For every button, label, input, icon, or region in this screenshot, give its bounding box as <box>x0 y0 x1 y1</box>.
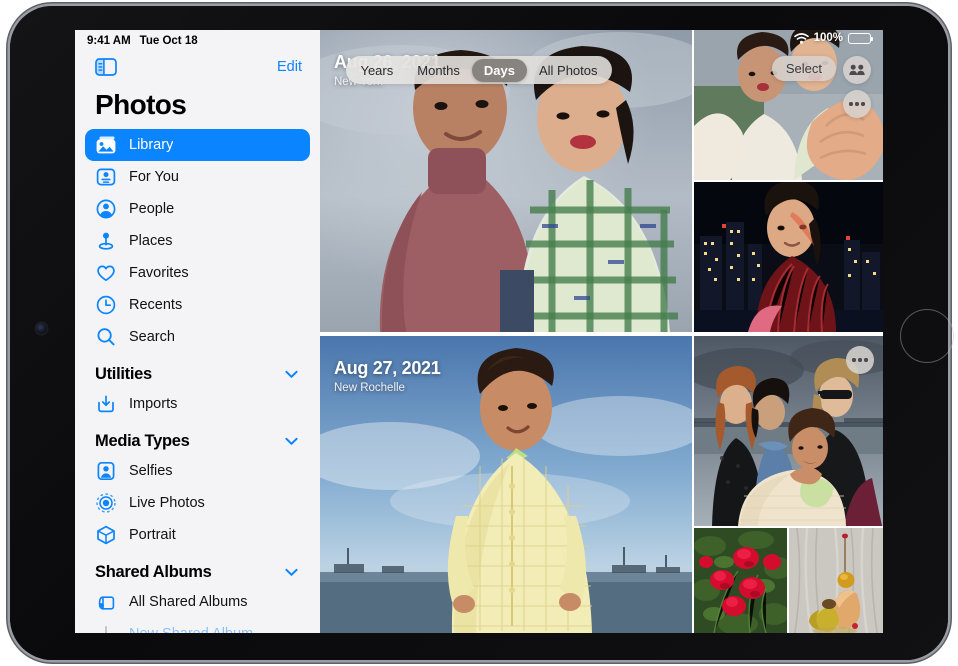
sidebar-item-portrait[interactable]: Portrait <box>85 519 310 551</box>
sidebar-item-label: Portrait <box>129 527 176 543</box>
sidebar-item-label: All Shared Albums <box>129 594 247 610</box>
sidebar-item-imports[interactable]: Imports <box>85 388 310 420</box>
photo-still-life-fruit-vase[interactable] <box>789 528 883 633</box>
day-group: Aug 27, 2021 New Rochelle <box>320 336 883 633</box>
sidebar: Edit Photos Library <box>75 30 320 633</box>
sidebar-item-label: Favorites <box>129 265 189 281</box>
photo-image <box>694 528 787 633</box>
sidebar-item-label: Recents <box>129 297 182 313</box>
photo-image <box>789 528 883 633</box>
ipad-screen: Aug 26, 2021 New York <box>75 30 883 633</box>
sidebar-item-label: Search <box>129 329 175 345</box>
home-button[interactable] <box>900 309 954 363</box>
sidebar-item-selfies[interactable]: Selfies <box>85 455 310 487</box>
utilities-list: Imports <box>75 388 320 420</box>
shared-people-button[interactable] <box>843 56 871 84</box>
photo-library-icon <box>95 134 117 156</box>
photo-woman-yellow-dress-waterfront[interactable]: Aug 27, 2021 New Rochelle <box>320 336 692 633</box>
sidebar-item-label: New Shared Album <box>129 626 253 633</box>
heart-icon <box>95 262 117 284</box>
group-more-button[interactable] <box>846 346 874 374</box>
ellipsis-icon <box>849 102 864 105</box>
sidebar-item-all-shared-albums[interactable]: All Shared Albums <box>85 586 310 618</box>
photo-woman-red-dress-city-night[interactable] <box>694 182 883 332</box>
ipad-device-frame: Aug 26, 2021 New York <box>10 6 948 660</box>
plus-icon <box>95 623 117 633</box>
clock-icon <box>95 294 117 316</box>
sidebar-header: Edit <box>75 30 320 76</box>
people-group-icon <box>849 64 865 76</box>
section-title: Media Types <box>95 432 190 451</box>
sidebar-item-for-you[interactable]: For You <box>85 161 310 193</box>
sidebar-toggle-button[interactable] <box>95 58 117 76</box>
live-photo-icon <box>95 492 117 514</box>
page-title: Photos <box>75 76 320 129</box>
shared-albums-list: All Shared Albums New Shared Album <box>75 586 320 633</box>
person-circle-icon <box>95 198 117 220</box>
sidebar-item-people[interactable]: People <box>85 193 310 225</box>
sidebar-item-label: Places <box>129 233 173 249</box>
sidebar-item-live-photos[interactable]: Live Photos <box>85 487 310 519</box>
import-icon <box>95 393 117 415</box>
sidebar-item-label: People <box>129 201 174 217</box>
shared-album-icon <box>95 591 117 613</box>
sidebar-item-new-shared-album[interactable]: New Shared Album <box>85 618 310 633</box>
segment-all-photos[interactable]: All Photos <box>527 59 610 82</box>
sidebar-toggle-icon <box>95 58 117 76</box>
section-header-shared-albums[interactable]: Shared Albums <box>75 551 320 586</box>
media-types-list: Selfies Live Photos <box>75 455 320 551</box>
section-title: Shared Albums <box>95 563 212 582</box>
front-camera-icon <box>36 323 47 334</box>
photo-four-friends-group-waterfront[interactable] <box>694 336 883 526</box>
for-you-icon <box>95 166 117 188</box>
chevron-down-icon[interactable] <box>285 568 298 577</box>
photo-image <box>320 336 692 633</box>
sidebar-item-library[interactable]: Library <box>85 129 310 161</box>
section-title: Utilities <box>95 365 152 384</box>
photo-image <box>694 182 883 332</box>
section-header-media-types[interactable]: Media Types <box>75 420 320 455</box>
sidebar-item-label: Library <box>129 137 173 153</box>
sidebar-item-label: Selfies <box>129 463 173 479</box>
ellipsis-icon <box>852 358 867 361</box>
chevron-down-icon[interactable] <box>285 437 298 446</box>
sidebar-item-search[interactable]: Search <box>85 321 310 353</box>
photo-red-roses-garden[interactable] <box>694 528 787 633</box>
select-button[interactable]: Select <box>772 56 836 81</box>
photo-row: Aug 27, 2021 New Rochelle <box>320 336 883 633</box>
sidebar-item-favorites[interactable]: Favorites <box>85 257 310 289</box>
section-header-utilities[interactable]: Utilities <box>75 353 320 388</box>
primary-nav-list: Library For You <box>75 129 320 353</box>
sidebar-item-recents[interactable]: Recents <box>85 289 310 321</box>
edit-button[interactable]: Edit <box>277 59 302 75</box>
sidebar-item-label: For You <box>129 169 179 185</box>
sidebar-item-label: Imports <box>129 396 177 412</box>
segment-months[interactable]: Months <box>405 59 472 82</box>
segment-years[interactable]: Years <box>348 59 405 82</box>
chevron-down-icon[interactable] <box>285 370 298 379</box>
sidebar-item-label: Live Photos <box>129 495 205 511</box>
toolbar-right: Select <box>772 56 871 118</box>
time-scope-segmented-control[interactable]: Years Months Days All Photos <box>346 56 612 84</box>
portrait-cube-icon <box>95 524 117 546</box>
segment-days[interactable]: Days <box>472 59 527 82</box>
photo-grid: Aug 26, 2021 New York <box>320 30 883 633</box>
selfie-icon <box>95 460 117 482</box>
search-icon <box>95 326 117 348</box>
map-pin-icon <box>95 230 117 252</box>
sidebar-item-places[interactable]: Places <box>85 225 310 257</box>
more-options-button[interactable] <box>843 90 871 118</box>
